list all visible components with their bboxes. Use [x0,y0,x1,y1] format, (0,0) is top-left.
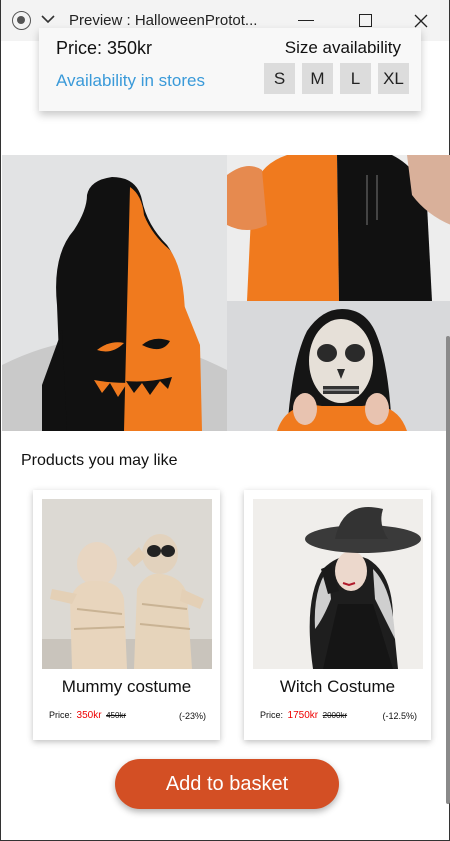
minimize-icon[interactable] [298,20,314,21]
maximize-icon[interactable] [359,14,372,27]
product-price-line: Price: 1750kr 2000kr [260,710,347,721]
chevron-down-icon[interactable] [39,10,57,28]
recommendations-title: Products you may like [21,452,178,469]
product-image-mummy [42,499,212,669]
record-icon[interactable] [12,11,31,30]
availability-in-stores-link[interactable]: Availability in stores [56,71,205,91]
price-current: 350kr [76,710,102,721]
price-current: 1750kr [287,710,319,721]
product-image-witch [253,499,423,669]
size-xl-button[interactable]: XL [378,63,409,94]
size-l-button[interactable]: L [340,63,371,94]
product-price: Price: 350kr [56,38,153,58]
price-label: Price: [260,710,284,720]
size-availability-title: Size availability [284,38,401,57]
size-m-button[interactable]: M [302,63,333,94]
product-image-model-face [227,301,450,431]
product-name: Mummy costume [61,677,192,696]
vertical-scrollbar[interactable] [446,41,450,841]
product-card-witch[interactable]: Witch Costume Price: 1750kr 2000kr (-12.… [244,490,431,740]
add-to-basket-button[interactable]: Add to basket [115,759,339,809]
price-original: 2000kr [322,711,348,720]
price-original: 450kr [106,711,127,720]
size-s-button[interactable]: S [264,63,295,94]
size-options: S M L XL [264,63,409,94]
product-card-mummy[interactable]: Mummy costume Price: 350kr 450kr (-23%) [33,490,220,740]
product-name: Witch Costume [279,677,396,696]
price-label: Price: [49,710,73,720]
discount-badge: (-12.5%) [382,711,417,721]
scrollbar-thumb[interactable] [446,336,450,804]
product-image-front [227,155,450,301]
product-price-line: Price: 350kr 450kr [49,710,126,721]
window-title: Preview : HalloweenProtot... [69,12,258,29]
product-image-back [2,155,227,431]
discount-badge: (-23%) [178,711,206,721]
